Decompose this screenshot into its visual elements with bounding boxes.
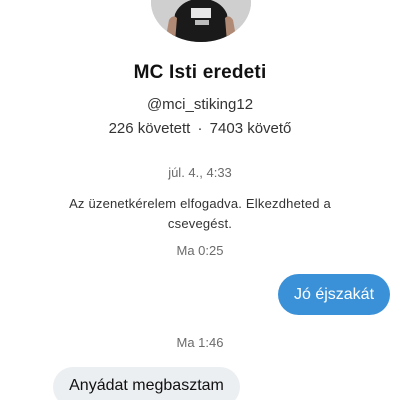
timestamp: júl. 4., 4:33 — [168, 165, 232, 180]
avatar-photo — [151, 0, 251, 42]
profile-stats: 226 követett · 7403 követő — [0, 120, 400, 137]
profile-handle: @mci_stiking12 — [146, 96, 254, 113]
followers-count: 7403 követő — [209, 120, 292, 137]
avatar[interactable] — [151, 0, 251, 42]
incoming-message-bubble[interactable]: Anyádat megbasztam — [53, 367, 240, 400]
profile-name: MC Isti eredeti — [133, 62, 267, 83]
stats-separator: · — [197, 120, 203, 137]
timestamp: Ma 1:46 — [176, 335, 224, 350]
outgoing-message-bubble[interactable]: Jó éjszakát — [278, 274, 390, 315]
following-count: 226 követett — [108, 120, 191, 137]
chat-screen: MC Isti eredeti @mci_stiking12 226 követ… — [0, 0, 400, 400]
timestamp: Ma 0:25 — [176, 243, 224, 258]
request-accepted-notice: Az üzenetkérelem elfogadva. Elkezdheted … — [69, 196, 331, 231]
